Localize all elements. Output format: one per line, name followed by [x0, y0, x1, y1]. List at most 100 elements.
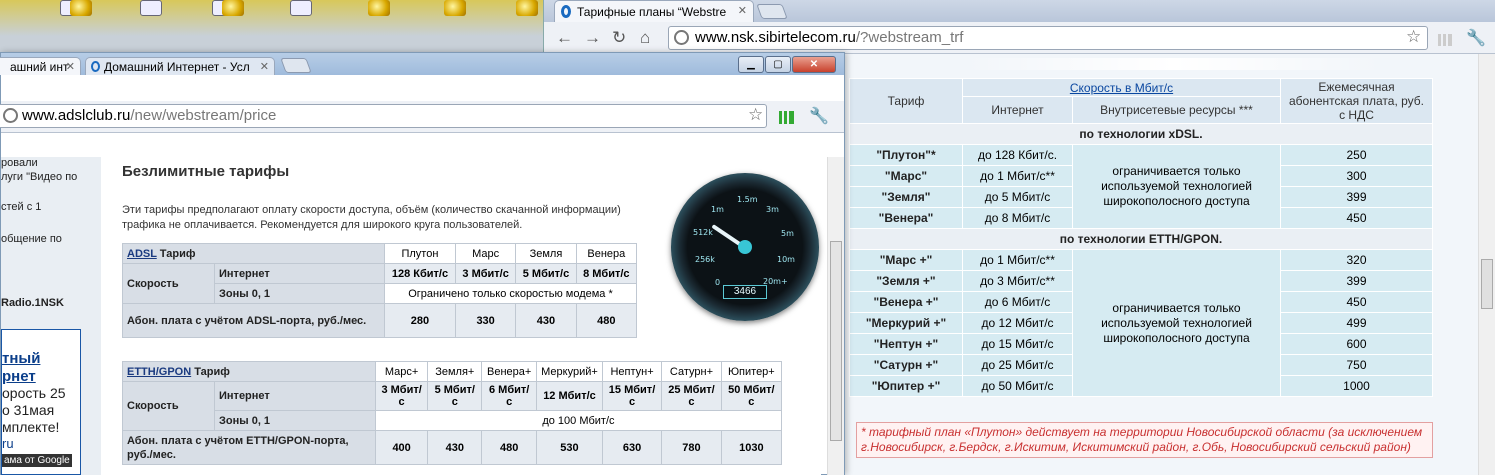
url-path: /new/webstream/price [130, 107, 277, 124]
tariff-name: "Венера +" [849, 291, 963, 313]
plan-name: Венера [575, 243, 638, 264]
internet-speed: 3 Мбит/с [374, 381, 429, 411]
fee-value: 330 [454, 303, 517, 338]
desktop-icon[interactable] [444, 0, 466, 16]
wrench-icon[interactable]: 🔧 [1466, 28, 1486, 48]
group-xdsl: по технологии xDSL. [849, 123, 1433, 145]
globe-icon [3, 108, 18, 123]
zones-value: до 100 Мбит/с [374, 410, 783, 431]
tab-home-internet-services[interactable]: Домашний Интернет - Усл ✕ [85, 57, 275, 75]
tariff-name: "Плутон"* [849, 144, 963, 166]
back-arrow-icon[interactable]: ← [556, 28, 573, 48]
star-icon[interactable]: ☆ [1406, 27, 1421, 47]
tariff-speed: до 5 Мбит/с [962, 186, 1073, 208]
fee-value: 430 [515, 303, 577, 338]
tab-tariff-plans[interactable]: Тарифные планы “Webstre ✕ [554, 0, 754, 22]
fee-label: Абон. плата с учётом ETTH/GPON-порта, ру… [122, 430, 376, 465]
star-icon[interactable]: ☆ [748, 105, 763, 125]
desktop-icon[interactable] [222, 0, 244, 16]
col-head-tariff: Тариф [849, 78, 963, 124]
tab-home-internet[interactable]: ашний инт ✕ [0, 57, 81, 75]
tariff-speed: до 6 Мбит/с [962, 291, 1073, 313]
fee-value: 400 [374, 430, 429, 465]
new-tab-button[interactable] [756, 4, 788, 19]
browser-toolbar: ← → ↻ ⌂ www.nsk.sibirtelecom.ru/?webstre… [544, 22, 1495, 54]
minimize-icon[interactable]: ▁ [738, 56, 764, 73]
close-icon[interactable]: ✕ [738, 4, 747, 17]
promo-text: орость 25 [2, 385, 66, 401]
adsl-table: ADSL Тариф Плутон Марс Земля Венера Скор… [122, 243, 638, 338]
desktop-icon[interactable] [516, 0, 538, 16]
gauge-label: 512k [693, 228, 713, 237]
desktop-icon[interactable] [368, 0, 390, 16]
table-row: "Марс +" до 1 Мбит/с** ограничивается то… [849, 249, 1433, 397]
page-title: Безлимитные тарифы [122, 163, 290, 180]
col-head-speed: Скорость в Мбит/с [962, 77, 1281, 98]
tariff-speed: до 128 Кбит/с. [962, 144, 1073, 166]
plan-name: Сатурн+ [661, 361, 722, 382]
chrome-tab-favicon [91, 61, 100, 72]
plan-name: Марс [454, 243, 517, 264]
maximize-icon[interactable]: ▢ [765, 56, 791, 73]
address-bar[interactable]: www.nsk.sibirtelecom.ru/?webstream_trf [668, 26, 1428, 50]
url-domain: www.nsk.sibirtelecom.ru [695, 29, 856, 46]
left-browser-window: ашний инт ✕ Домашний Интернет - Усл ✕ ▁ … [0, 52, 845, 475]
title-bar: ашний инт ✕ Домашний Интернет - Усл ✕ ▁ … [0, 53, 844, 75]
fee-label: Абон. плата с учётом ADSL-порта, руб./ме… [122, 303, 385, 338]
tariff-name: "Нептун +" [849, 333, 963, 355]
scrollbar-thumb[interactable] [1481, 259, 1493, 309]
adsl-header-text: Тариф [156, 247, 196, 260]
sidebar-link[interactable]: Radio.1NSK [1, 297, 64, 309]
internet-speed: 6 Мбит/с [481, 381, 538, 411]
scrollbar-thumb[interactable] [830, 241, 842, 441]
home-icon[interactable]: ⌂ [640, 28, 650, 48]
wrench-icon[interactable]: 🔧 [809, 106, 829, 126]
fee-value: 480 [481, 430, 538, 465]
tariff-speed: до 8 Мбит/с [962, 207, 1073, 229]
gauge-label: 1.5m [737, 195, 758, 204]
gauge-counter: 3466 [723, 285, 767, 299]
close-icon[interactable]: ✕ [66, 60, 75, 73]
tariff-speed: до 15 Мбит/с [962, 333, 1073, 355]
scrollbar[interactable] [1478, 54, 1495, 475]
desktop-icon[interactable] [140, 0, 162, 16]
tab-title: Домашний Интернет - Усл [104, 60, 250, 74]
chrome-tab-favicon [561, 5, 571, 18]
forward-arrow-icon[interactable]: → [584, 28, 601, 48]
tab-strip: Тарифные планы “Webstre ✕ [544, 0, 1495, 22]
browser-toolbar: www.adslclub.ru/new/webstream/price ☆ 🔧 [0, 101, 844, 133]
etth-header: ETTH/GPON Тариф [122, 361, 376, 382]
signal-icon [779, 111, 794, 124]
promo-title: рнет [2, 368, 36, 385]
internet-speed: 5 Мбит/с [427, 381, 483, 411]
desktop-icon[interactable] [70, 0, 92, 16]
address-bar[interactable]: www.adslclub.ru/new/webstream/price [0, 104, 767, 128]
fee-value: 280 [383, 303, 456, 338]
tariff-table: Тариф Скорость в Мбит/с Ежемесячная абон… [849, 77, 1433, 397]
new-tab-button[interactable] [280, 58, 312, 73]
etth-header-text: Тариф [191, 365, 230, 378]
tariff-fee: 399 [1280, 186, 1433, 208]
close-icon[interactable]: ✕ [260, 60, 269, 73]
etth-link[interactable]: ETTH/GPON [127, 366, 191, 378]
plan-name: Земля+ [427, 361, 483, 382]
fee-value: 480 [575, 303, 638, 338]
gauge-label: 256k [695, 255, 715, 264]
promo-text: о 31мая [2, 402, 55, 418]
speed-link[interactable]: Скорость в Мбит/с [1070, 81, 1173, 95]
reload-icon[interactable]: ↻ [612, 28, 626, 48]
etth-table: ETTH/GPON Тариф Марс+ Земля+ Венера+ Мер… [122, 361, 783, 465]
promo-banner[interactable]: тный рнет орость 25 о 31мая мплекте! ru … [1, 329, 81, 475]
close-icon[interactable]: ✕ [792, 56, 836, 73]
desktop-icon[interactable] [290, 0, 312, 16]
speed-label: Скорость [122, 263, 215, 304]
page-content: ровали луги "Видео по стей с 1 общение п… [1, 157, 821, 475]
scrollbar[interactable] [827, 157, 844, 475]
adsl-link[interactable]: ADSL [127, 248, 157, 260]
plan-name: Венера+ [481, 361, 538, 382]
fee-value: 1030 [720, 430, 783, 465]
internet-speed: 5 Мбит/с [515, 263, 577, 284]
tariff-name: "Сатурн +" [849, 354, 963, 376]
gauge-label: 1m [711, 205, 724, 214]
tariff-name: "Венера" [849, 207, 963, 229]
